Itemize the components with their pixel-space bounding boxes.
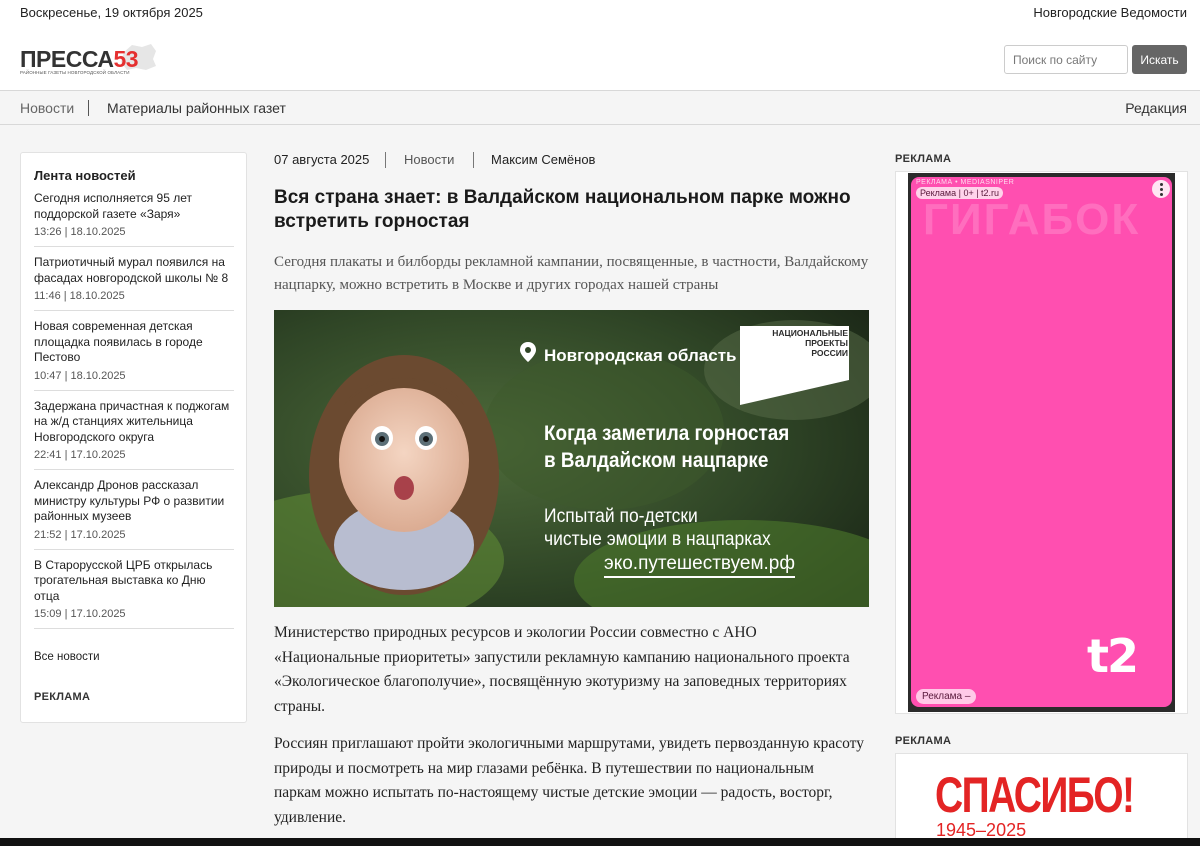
feed-list: Сегодня исполняется 95 лет поддорской га… [34, 191, 234, 637]
feed-item-title[interactable]: Патриотичный мурал появился на фасадах н… [34, 255, 234, 286]
nav-item-news[interactable]: Новости [20, 100, 74, 116]
main-nav: Новости Материалы районных газет Редакци… [0, 91, 1200, 125]
t2-logo: t2 [1087, 629, 1139, 683]
article-hero-image: Новгородская область НАЦИОНАЛЬНЫЕ ПРОЕКТ… [274, 310, 869, 607]
feed-item-title[interactable]: Сегодня исполняется 95 лет поддорской га… [34, 191, 234, 222]
ad-frame: ГИГАБОК РЕКЛАМА • MEDIASNIPER Реклама | … [908, 173, 1175, 712]
feed-item-title[interactable]: Задержана причастная к поджогам на ж/д с… [34, 399, 234, 446]
feed-item[interactable]: Патриотичный мурал появился на фасадах н… [34, 255, 234, 311]
article-author: Максим Семёнов [491, 152, 596, 167]
meta-divider [473, 152, 474, 168]
feed-item-title[interactable]: В Старорусской ЦРБ открылась трогательна… [34, 558, 234, 605]
image-url: эко.путешествуем.рф [604, 553, 795, 578]
ad-network-tag: РЕКЛАМА • MEDIASNIPER [916, 179, 1015, 186]
feed-item[interactable]: В Старорусской ЦРБ открылась трогательна… [34, 558, 234, 629]
image-headline: Когда заметила горностая в Валдайском на… [544, 422, 790, 472]
ad-label: РЕКЛАМА [895, 153, 952, 165]
current-date: Воскресенье, 19 октября 2025 [20, 5, 203, 20]
nav-item-regional-papers[interactable]: Материалы районных газет [107, 100, 286, 116]
top-bar: Воскресенье, 19 октября 2025 Новгородски… [0, 0, 1200, 26]
search-button[interactable]: Искать [1132, 45, 1187, 74]
feed-item[interactable]: Задержана причастная к поджогам на ж/д с… [34, 399, 234, 470]
feed-item-meta: 10:47 | 18.10.2025 [34, 369, 126, 382]
ad-headline: СПАСИБО! [935, 767, 1135, 823]
nav-divider [88, 100, 89, 116]
feed-item[interactable]: Сегодня исполняется 95 лет поддорской га… [34, 191, 234, 247]
article-paragraph: Министерство природных ресурсов и эколог… [274, 624, 850, 715]
more-options-icon[interactable] [1152, 180, 1170, 198]
feed-item-title[interactable]: Новая современная детская площадка появи… [34, 319, 234, 366]
feed-title: Лента новостей [34, 168, 136, 183]
ad-ghost-text: ГИГАБОК [923, 195, 1141, 244]
search-input[interactable] [1004, 45, 1128, 74]
feed-item[interactable]: Новая современная детская площадка появи… [34, 319, 234, 391]
nav-item-redaction[interactable]: Редакция [1125, 100, 1187, 116]
logo-subtitle: РАЙОННЫЕ ГАЗЕТЫ НОВГОРОДСКОЙ ОБЛАСТИ [20, 70, 130, 75]
site-name-link[interactable]: Новгородские Ведомости [1033, 5, 1187, 20]
logo-wordmark: ПРЕССА53 [20, 46, 139, 72]
location-pin-icon [520, 342, 536, 362]
ad-label: РЕКЛАМА [895, 735, 952, 747]
meta-divider [385, 152, 386, 168]
all-news-link[interactable]: Все новости [34, 651, 100, 663]
feed-item-meta: 11:46 | 18.10.2025 [34, 290, 125, 302]
ad-creative[interactable]: ГИГАБОК РЕКЛАМА • MEDIASNIPER Реклама | … [911, 177, 1172, 707]
ad-label: РЕКЛАМА [34, 691, 91, 703]
national-projects-badge: НАЦИОНАЛЬНЫЕ ПРОЕКТЫ РОССИИ [772, 328, 848, 358]
news-feed-sidebar: Лента новостей Сегодня исполняется 95 ле… [20, 152, 247, 723]
feed-item-meta: 15:09 | 17.10.2025 [34, 608, 126, 620]
article-paragraph: Россиян приглашают пройти экологичными м… [274, 735, 864, 826]
ad-footer-tag[interactable]: Реклама – [916, 689, 977, 704]
ad-banner-t2[interactable]: ГИГАБОК РЕКЛАМА • MEDIASNIPER Реклама | … [895, 171, 1188, 714]
ad-banner-victory[interactable]: СПАСИБО! 1945–2025 [895, 753, 1188, 846]
site-logo[interactable]: ПРЕССА53 РАЙОННЫЕ ГАЗЕТЫ НОВГОРОДСКОЙ ОБ… [20, 44, 160, 82]
article-lead: Сегодня плакаты и билборды рекламной кам… [274, 254, 869, 293]
feed-item-meta: 13:26 | 18.10.2025 [34, 226, 126, 238]
article-date: 07 августа 2025 [274, 152, 370, 167]
bottom-edge [0, 838, 1200, 846]
article-category-link[interactable]: Новости [404, 152, 454, 167]
feed-item-meta: 21:52 | 17.10.2025 [34, 528, 126, 541]
ad-info-tag: Реклама | 0+ | t2.ru [916, 187, 1004, 199]
image-subline: Испытай по-детски чистые эмоции в нацпар… [544, 506, 771, 550]
image-location-label: Новгородская область [544, 346, 737, 365]
feed-item-meta: 22:41 | 17.10.2025 [34, 449, 126, 461]
feed-item[interactable]: Александр Дронов рассказал министру куль… [34, 478, 234, 550]
header: ПРЕССА53 РАЙОННЫЕ ГАЗЕТЫ НОВГОРОДСКОЙ ОБ… [0, 26, 1200, 91]
article-title: Вся страна знает: в Валдайском националь… [274, 187, 851, 232]
feed-item-title[interactable]: Александр Дронов рассказал министру куль… [34, 478, 234, 525]
